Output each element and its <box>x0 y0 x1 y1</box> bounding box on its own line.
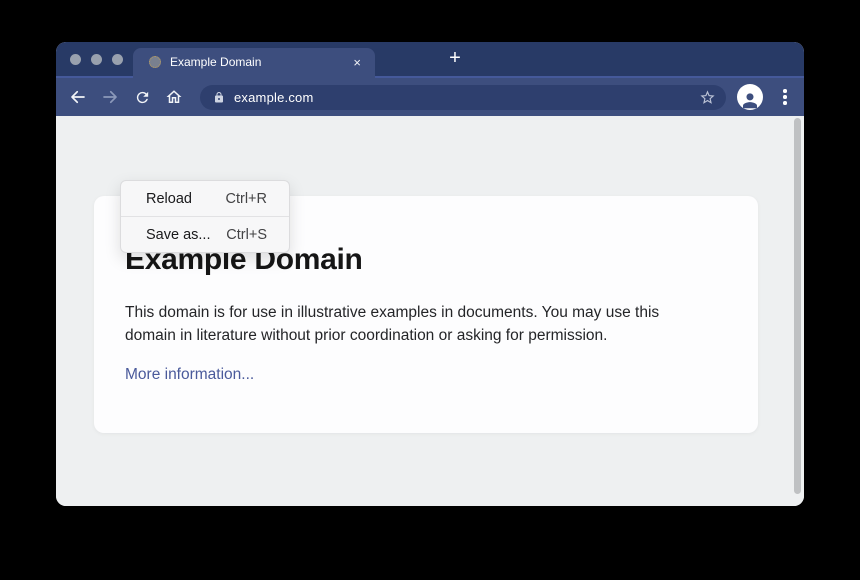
window-minimize-icon[interactable] <box>91 54 102 65</box>
window-controls <box>70 54 123 65</box>
screenshot-root: { "tabstrip": { "tab_title": "Example Do… <box>0 0 860 580</box>
kebab-dot-icon <box>783 95 787 99</box>
back-arrow-icon <box>69 88 87 106</box>
menu-item-shortcut: Ctrl+S <box>226 227 267 243</box>
lock-icon <box>213 91 225 104</box>
reload-icon <box>134 89 151 106</box>
context-menu-item-save-as[interactable]: Save as... Ctrl+S <box>121 217 289 252</box>
globe-favicon-icon <box>149 56 161 68</box>
home-icon <box>165 88 183 106</box>
kebab-dot-icon <box>783 89 787 93</box>
tab-example-domain[interactable]: Example Domain × <box>133 48 375 78</box>
context-menu: Reload Ctrl+R Save as... Ctrl+S <box>120 180 290 253</box>
profile-button[interactable] <box>737 84 763 110</box>
kebab-dot-icon <box>783 101 787 105</box>
forward-arrow-icon <box>101 88 119 106</box>
menu-item-label: Save as... <box>146 227 210 243</box>
new-tab-button[interactable]: + <box>442 46 468 72</box>
vertical-scrollbar[interactable] <box>794 118 801 494</box>
menu-item-label: Reload <box>146 191 192 207</box>
tab-strip: Example Domain × + <box>56 42 804 76</box>
window-close-icon[interactable] <box>70 54 81 65</box>
page-viewport: Example Domain This domain is for use in… <box>56 116 804 506</box>
browser-menu-button[interactable] <box>781 89 789 105</box>
reload-button[interactable] <box>130 85 154 109</box>
profile-icon <box>739 89 761 110</box>
home-button[interactable] <box>162 85 186 109</box>
address-bar[interactable]: example.com <box>200 85 726 110</box>
page-paragraph: This domain is for use in illustrative e… <box>125 302 725 347</box>
tab-title: Example Domain <box>170 55 351 69</box>
menu-item-shortcut: Ctrl+R <box>226 191 268 207</box>
window-maximize-icon[interactable] <box>112 54 123 65</box>
tab-close-icon[interactable]: × <box>351 54 363 71</box>
url-text: example.com <box>234 90 699 105</box>
context-menu-item-reload[interactable]: Reload Ctrl+R <box>121 181 289 216</box>
browser-toolbar: example.com <box>56 76 804 116</box>
forward-button[interactable] <box>98 85 122 109</box>
browser-window: Example Domain × + example.com <box>56 42 804 506</box>
bookmark-star-icon[interactable] <box>699 89 716 106</box>
more-information-link[interactable]: More information... <box>125 366 254 384</box>
back-button[interactable] <box>66 85 90 109</box>
